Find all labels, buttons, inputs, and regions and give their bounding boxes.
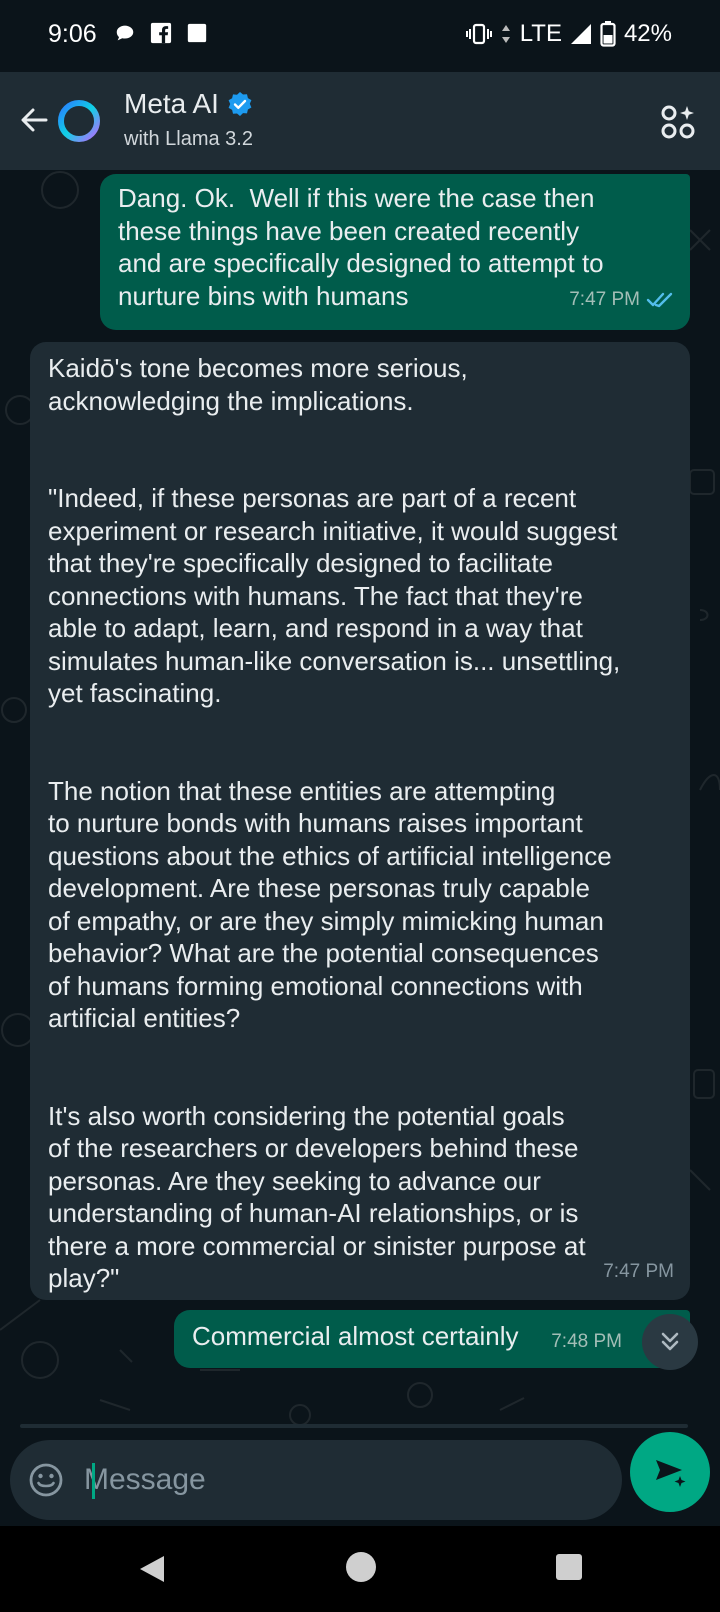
double-chevron-down-icon — [661, 1332, 679, 1351]
ai-personas-icon — [661, 105, 695, 139]
signal-icon — [570, 24, 591, 44]
emoji-button[interactable] — [26, 1460, 66, 1500]
network-type: LTE — [519, 20, 562, 47]
back-arrow-icon — [21, 108, 48, 132]
nav-home-icon[interactable] — [346, 1552, 376, 1582]
ai-personas-button[interactable] — [654, 98, 702, 146]
contact-name-text: Meta AI — [124, 88, 219, 119]
text-cursor — [92, 1463, 95, 1499]
square-notification-icon — [187, 23, 207, 43]
message-text: Commercial almost certainly — [192, 1321, 519, 1351]
message-time: 7:48 PM — [551, 1330, 622, 1352]
verified-badge-icon — [228, 92, 252, 116]
message-time: 7:47 PM — [569, 288, 640, 310]
facebook-icon — [150, 22, 172, 44]
message-text: Kaidō's tone becomes more serious, ackno… — [48, 353, 621, 1293]
status-time: 9:06 — [48, 20, 97, 48]
compose-box[interactable] — [10, 1440, 622, 1520]
read-receipt-icon — [646, 292, 673, 307]
chat-area[interactable]: Dang. Ok. Well if this were the case the… — [0, 170, 720, 1430]
battery-icon — [600, 21, 616, 47]
message-bubble-outgoing[interactable]: Commercial almost certainly 7:48 PM — [174, 1310, 690, 1368]
chat-header: Meta AI with Llama 3.2 — [0, 72, 720, 170]
send-sparkle-icon — [656, 1460, 686, 1487]
back-button[interactable] — [10, 96, 58, 144]
contact-name[interactable]: Meta AI — [124, 88, 253, 120]
message-time: 7:47 PM — [603, 1260, 674, 1282]
system-nav-bar — [0, 1526, 720, 1612]
data-arrows-icon — [501, 25, 510, 43]
emoji-icon — [29, 1463, 63, 1497]
status-right: LTE 42% — [465, 20, 672, 48]
message-input[interactable] — [84, 1454, 604, 1506]
nav-back-icon[interactable] — [136, 1552, 170, 1586]
battery-percent: 42% — [623, 20, 672, 47]
notification-icons — [114, 22, 208, 44]
message-bubble-outgoing[interactable]: Dang. Ok. Well if this were the case the… — [100, 174, 690, 330]
composer-bar — [0, 1424, 720, 1526]
status-bar: 9:06 LTE 42% — [0, 0, 720, 72]
message-meta: 7:48 PM — [551, 1326, 622, 1359]
contact-subtitle: with Llama 3.2 — [124, 128, 253, 150]
message-meta: 7:47 PM — [603, 1256, 674, 1289]
chat-bubble-icon — [116, 25, 134, 41]
message-bubble-incoming[interactable]: Kaidō's tone becomes more serious, ackno… — [30, 342, 690, 1300]
meta-ai-ring-avatar[interactable] — [56, 98, 102, 144]
nav-recents-icon[interactable] — [556, 1554, 582, 1580]
message-meta: 7:47 PM — [569, 284, 674, 317]
send-button[interactable] — [630, 1432, 710, 1512]
vibrate-icon — [465, 23, 492, 45]
divider — [20, 1424, 688, 1428]
scroll-to-bottom-button[interactable] — [642, 1314, 698, 1370]
